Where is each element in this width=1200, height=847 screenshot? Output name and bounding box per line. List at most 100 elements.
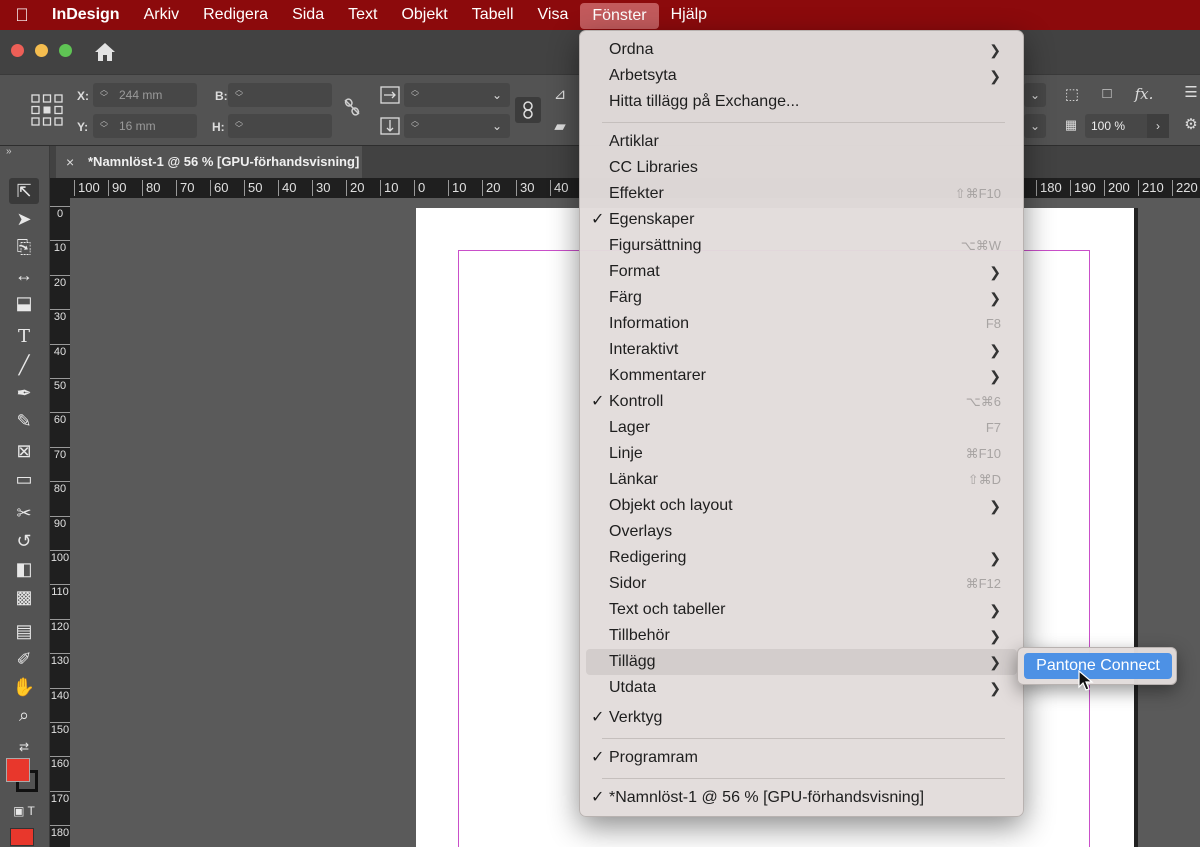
menu-item-information[interactable]: Information F8 (586, 311, 1017, 337)
note-tool-icon[interactable]: ▤ (9, 618, 39, 644)
menu-item-objekt-och-layout[interactable]: Objekt och layout ❯ (586, 493, 1017, 519)
type-tool-icon[interactable]: T (9, 324, 39, 350)
menu-tabell[interactable]: Tabell (460, 0, 526, 30)
selection-tool-icon[interactable]: ⇱ (9, 178, 39, 204)
rectangle-tool-icon[interactable]: ▭ (9, 466, 39, 492)
menu-item-linje[interactable]: Linje ⌘F10 (586, 441, 1017, 467)
panel-collapse-icon[interactable]: » (0, 146, 49, 176)
content-collector-icon[interactable]: ⬓ (9, 290, 39, 316)
menu-item-kommentarer[interactable]: Kommentarer ❯ (586, 363, 1017, 389)
normal-mode-icon[interactable] (10, 828, 34, 846)
menu-app-name[interactable]: InDesign (44, 0, 132, 30)
menu-item-kontroll[interactable]: ✓ Kontroll ⌥⌘6 (586, 389, 1017, 415)
menu-item-artiklar[interactable]: Artiklar (586, 129, 1017, 155)
gap-tool-icon[interactable]: ↔ (9, 262, 39, 288)
menu-item-document-window[interactable]: ✓ *Namnlöst-1 @ 56 % [GPU-förhandsvisning… (586, 785, 1017, 811)
reference-point-icon[interactable] (30, 93, 64, 127)
menu-item-format[interactable]: Format ❯ (586, 259, 1017, 285)
chevron-right-icon[interactable]: › (1147, 114, 1169, 138)
page-tool-icon[interactable]: ⎘ (9, 234, 39, 260)
home-icon[interactable] (92, 40, 118, 64)
scale-y-field[interactable]: ︿ ﹀ ⌄ (404, 114, 510, 138)
y-field[interactable]: ︿ ﹀ 16 mm (93, 114, 197, 138)
menu-item-programram[interactable]: ✓ Programram (586, 745, 1017, 771)
swap-fill-stroke-icon[interactable]: ⇄ (9, 734, 39, 760)
y-stepper[interactable]: ︿ ﹀ (97, 117, 111, 135)
menu-item-utdata[interactable]: Utdata ❯ (586, 675, 1017, 701)
menu-item-lankar[interactable]: Länkar ⇧⌘D (586, 467, 1017, 493)
menu-item-overlays[interactable]: Overlays (586, 519, 1017, 545)
menu-visa[interactable]: Visa (526, 0, 581, 30)
menu-item-ordna[interactable]: Ordna ❯ (586, 37, 1017, 63)
chevron-down-icon[interactable]: ⌄ (1024, 114, 1046, 138)
menu-sida[interactable]: Sida (280, 0, 336, 30)
tools-panel: » ⇱ ➤ ⎘ ↔ ⬓ T ╱ ✒ ✎ ⊠ ▭ ✂ ↺ ◧ ▩ ▤ ✐ ✋ ⌕ … (0, 146, 50, 847)
menu-objekt[interactable]: Objekt (389, 0, 459, 30)
opacity-field[interactable]: 100 % › (1085, 114, 1169, 138)
menu-item-lager[interactable]: Lager F7 (586, 415, 1017, 441)
menu-item-effekter[interactable]: Effekter ⇧⌘F10 (586, 181, 1017, 207)
menu-item-farg[interactable]: Färg ❯ (586, 285, 1017, 311)
width-stepper[interactable]: ︿ ﹀ (232, 86, 246, 104)
menu-item-cc-libraries[interactable]: CC Libraries (586, 155, 1017, 181)
zoom-tool-icon[interactable]: ⌕ (9, 702, 39, 728)
settings-icon[interactable]: ⚙ (1182, 115, 1200, 133)
menu-item-verktyg[interactable]: ✓ Verktyg (586, 705, 1017, 731)
chevron-down-icon[interactable]: ⌄ (1024, 83, 1046, 107)
menu-item-redigering[interactable]: Redigering ❯ (586, 545, 1017, 571)
width-field[interactable]: ︿ ﹀ (228, 83, 332, 107)
x-stepper[interactable]: ︿ ﹀ (97, 86, 111, 104)
vertical-ruler[interactable]: 0 10 20 30 40 50 60 70 80 90 100 110 120 130 140 150 160… (50, 198, 70, 847)
link-scale-button[interactable] (515, 97, 541, 123)
fill-swatch[interactable] (6, 758, 30, 782)
menu-item-figursattning[interactable]: Figursättning ⌥⌘W (586, 233, 1017, 259)
gradient-feather-tool-icon[interactable]: ▩ (9, 584, 39, 610)
eyedropper-tool-icon[interactable]: ✐ (9, 646, 39, 672)
scale-x-stepper[interactable]: ︿ ﹀ (408, 86, 422, 104)
menu-redigera[interactable]: Redigera (191, 0, 280, 30)
constrain-proportions-icon[interactable] (342, 97, 362, 117)
menu-item-interaktivt[interactable]: Interaktivt ❯ (586, 337, 1017, 363)
minimize-window-button[interactable] (35, 44, 48, 57)
close-window-button[interactable] (11, 44, 24, 57)
scissors-tool-icon[interactable]: ✂ (9, 500, 39, 526)
effects-fx-icon[interactable]: fx. (1132, 85, 1156, 103)
ruler-tick-label: 100 (50, 550, 70, 584)
menu-fonster[interactable]: Fönster (580, 3, 659, 29)
panel-menu-icon[interactable]: ☰ (1182, 83, 1200, 101)
menu-item-tillbehor[interactable]: Tillbehör ❯ (586, 623, 1017, 649)
chevron-down-icon[interactable]: ⌄ (492, 83, 502, 107)
menu-item-hitta-tillagg[interactable]: Hitta tillägg på Exchange... (586, 89, 1017, 115)
menu-item-egenskaper[interactable]: ✓ Egenskaper (586, 207, 1017, 233)
scale-x-field[interactable]: ︿ ﹀ ⌄ (404, 83, 510, 107)
height-field[interactable]: ︿ ﹀ (228, 114, 332, 138)
pencil-tool-icon[interactable]: ✎ (9, 408, 39, 434)
format-container-icon[interactable]: ▣ T (9, 798, 39, 824)
menu-arkiv[interactable]: Arkiv (132, 0, 192, 30)
menu-item-text-och-tabeller[interactable]: Text och tabeller ❯ (586, 597, 1017, 623)
close-tab-icon[interactable]: × (66, 146, 74, 178)
document-tab[interactable]: × *Namnlöst-1 @ 56 % [GPU-förhandsvisnin… (56, 146, 362, 178)
gradient-tool-icon[interactable]: ◧ (9, 556, 39, 582)
x-field[interactable]: ︿ ﹀ 244 mm (93, 83, 197, 107)
submenu-item-pantone-connect[interactable]: Pantone Connect (1024, 653, 1172, 679)
frame-fitting-icon[interactable]: ⬚ (1062, 85, 1082, 103)
apple-logo-icon[interactable]:  (0, 5, 44, 26)
rotate-tool-icon[interactable]: ↺ (9, 528, 39, 554)
pen-tool-icon[interactable]: ✒ (9, 380, 39, 406)
drop-shadow-icon[interactable]: □ (1097, 85, 1117, 102)
menu-item-tillagg[interactable]: Tillägg ❯ (586, 649, 1017, 675)
menu-item-arbetsyta[interactable]: Arbetsyta ❯ (586, 63, 1017, 89)
line-tool-icon[interactable]: ╱ (9, 352, 39, 378)
rectangle-frame-tool-icon[interactable]: ⊠ (9, 438, 39, 464)
scale-y-stepper[interactable]: ︿ ﹀ (408, 117, 422, 135)
zoom-window-button[interactable] (59, 44, 72, 57)
menu-text[interactable]: Text (336, 0, 389, 30)
ruler-tick-label: 40 (550, 180, 568, 196)
hand-tool-icon[interactable]: ✋ (9, 674, 39, 700)
direct-selection-tool-icon[interactable]: ➤ (9, 206, 39, 232)
menu-hjalp[interactable]: Hjälp (659, 0, 719, 30)
height-stepper[interactable]: ︿ ﹀ (232, 117, 246, 135)
chevron-down-icon[interactable]: ⌄ (492, 114, 502, 138)
menu-item-sidor[interactable]: Sidor ⌘F12 (586, 571, 1017, 597)
